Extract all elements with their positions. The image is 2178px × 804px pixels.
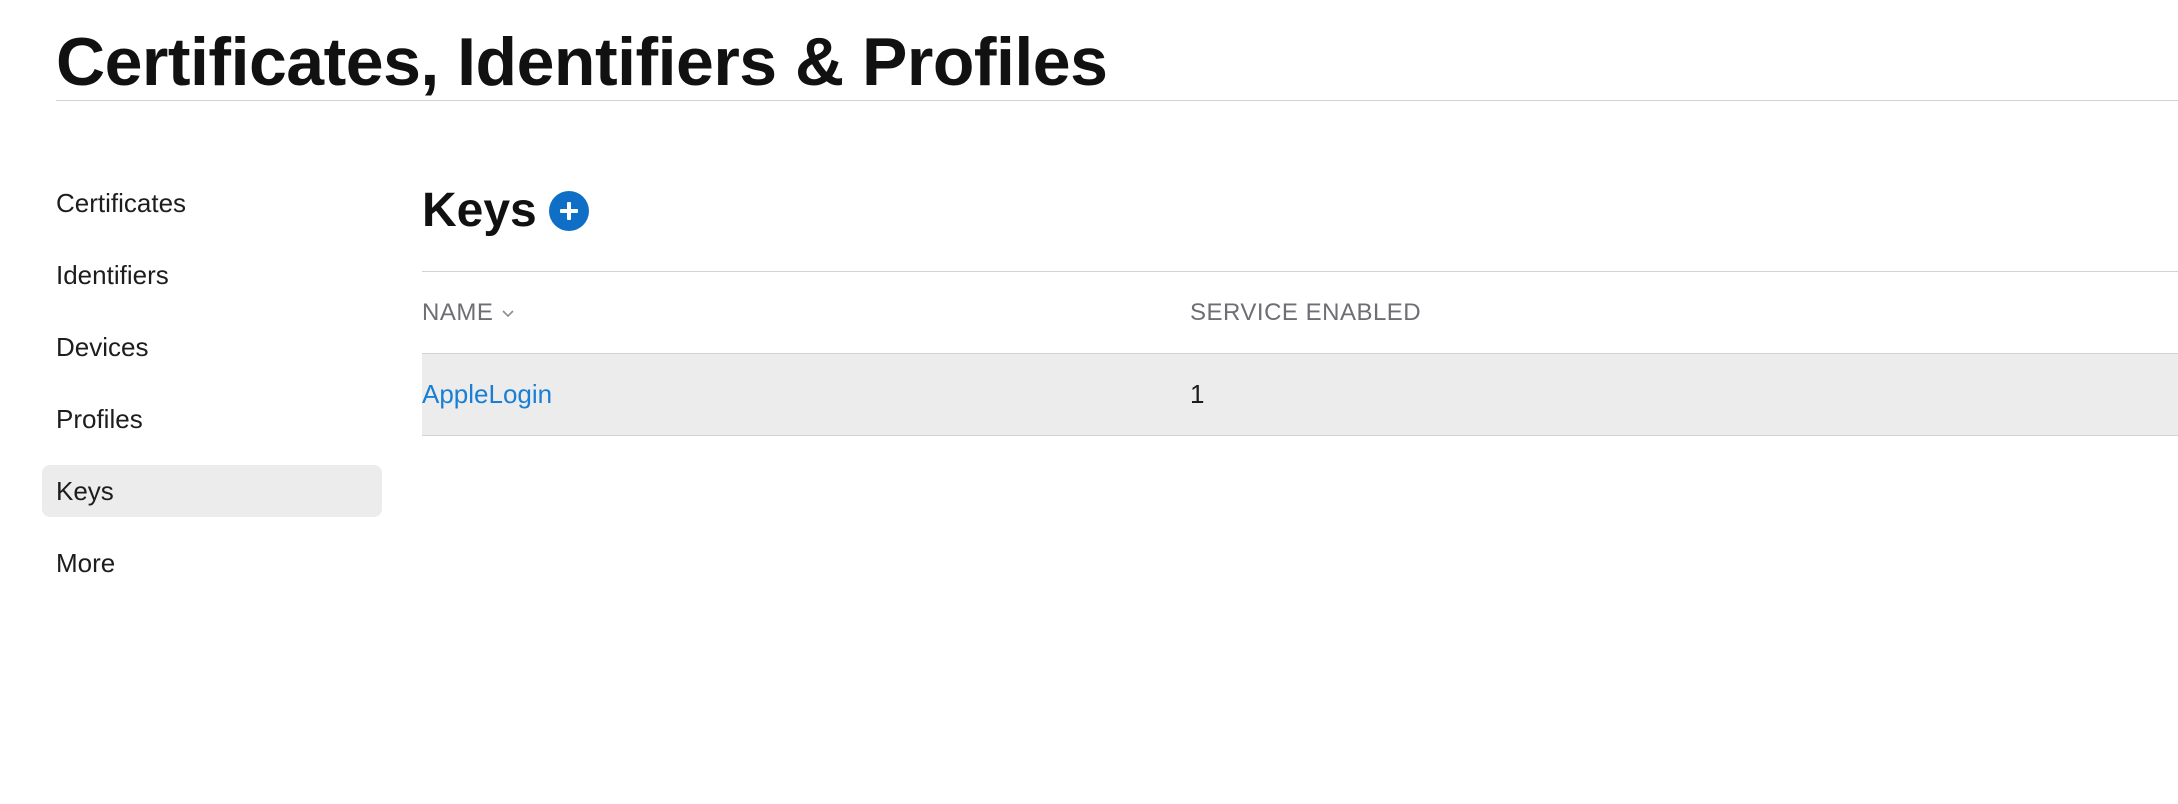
sidebar-item-profiles[interactable]: Profiles xyxy=(42,393,382,445)
section-header: Keys xyxy=(422,170,2178,272)
service-enabled-count: 1 xyxy=(1190,379,1205,409)
key-name-link[interactable]: AppleLogin xyxy=(422,379,552,409)
chevron-down-icon xyxy=(502,309,514,317)
add-key-button[interactable] xyxy=(548,190,589,231)
sidebar-item-certificates[interactable]: Certificates xyxy=(42,177,382,229)
column-header-name[interactable]: NAME xyxy=(422,299,1190,327)
plus-circle-icon xyxy=(559,201,578,220)
main-content: Keys NAME SERVICE ENABLED AppleLogin 1 xyxy=(422,170,2178,436)
table-header: NAME SERVICE ENABLED xyxy=(422,272,2178,354)
sidebar: Certificates Identifiers Devices Profile… xyxy=(42,177,382,609)
page-title: Certificates, Identifiers & Profiles xyxy=(56,24,1108,100)
column-header-service-enabled: SERVICE ENABLED xyxy=(1190,299,2178,327)
sidebar-item-keys[interactable]: Keys xyxy=(42,465,382,517)
sidebar-item-identifiers[interactable]: Identifiers xyxy=(42,249,382,301)
column-header-service-enabled-label: SERVICE ENABLED xyxy=(1190,298,1422,326)
page-header: Certificates, Identifiers & Profiles xyxy=(56,0,2178,101)
keys-table: NAME SERVICE ENABLED AppleLogin 1 xyxy=(422,272,2178,436)
section-title: Keys xyxy=(422,183,537,237)
table-row[interactable]: AppleLogin 1 xyxy=(422,354,2178,436)
sidebar-item-more[interactable]: More xyxy=(42,537,382,589)
sidebar-item-devices[interactable]: Devices xyxy=(42,321,382,373)
column-header-name-label: NAME xyxy=(422,298,494,326)
